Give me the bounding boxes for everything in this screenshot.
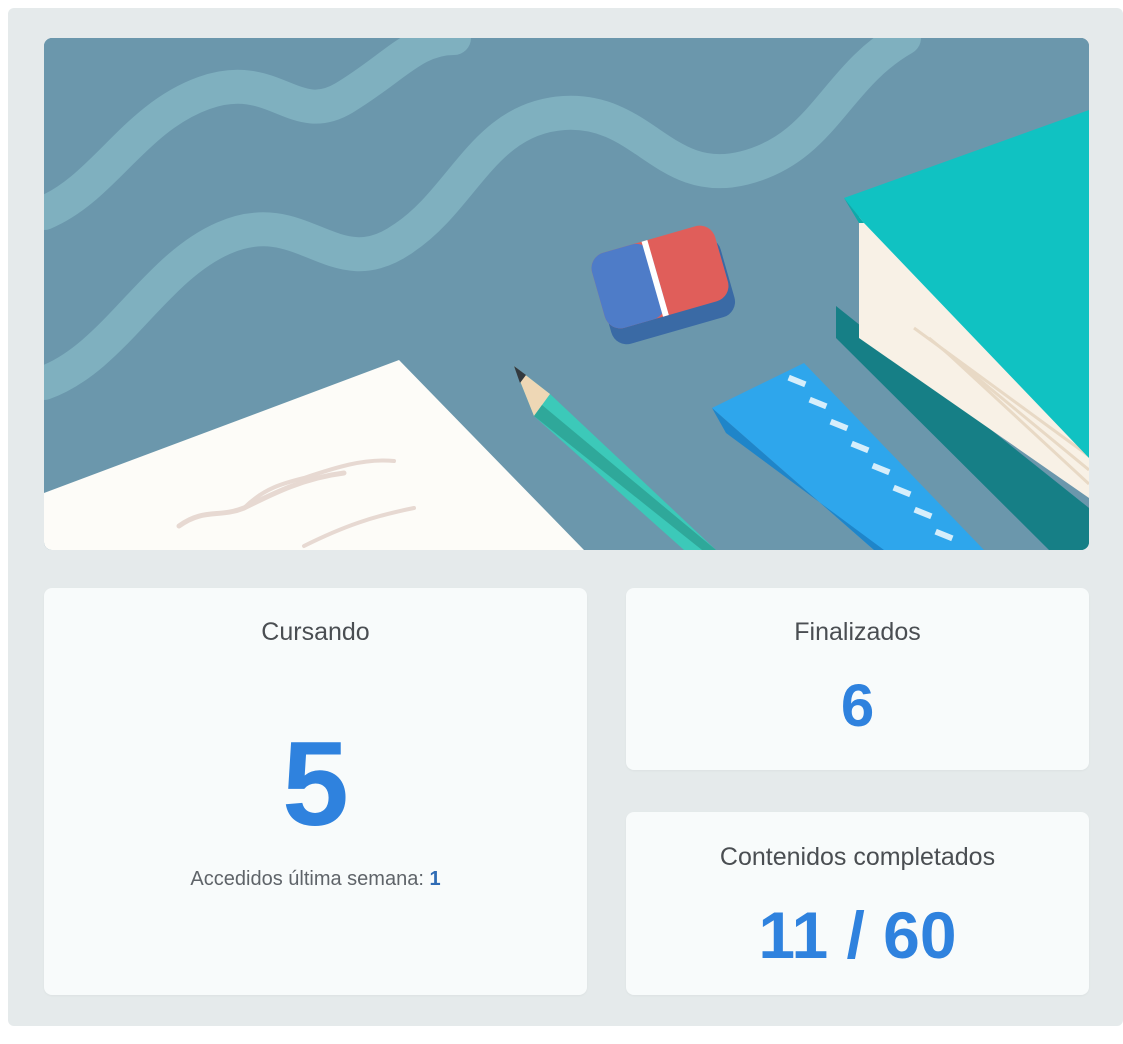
accessed-last-week: Accedidos última semana: 1	[44, 868, 587, 891]
cursando-title: Cursando	[261, 618, 370, 646]
school-supplies-illustration	[44, 38, 1089, 550]
contenidos-title: Contenidos completados	[719, 843, 996, 871]
finalizados-card[interactable]: Finalizados 6	[626, 588, 1089, 770]
finalizados-count: 6	[840, 672, 875, 739]
contenidos-count: 11 / 60	[758, 898, 957, 972]
cursando-count: 5	[282, 717, 349, 851]
accessed-last-week-label: Accedidos última semana:	[190, 868, 430, 890]
banner-illustration	[44, 38, 1089, 550]
accessed-last-week-count: 1	[429, 868, 441, 890]
finalizados-title: Finalizados	[794, 618, 921, 646]
contenidos-card[interactable]: Contenidos completados 11 / 60	[626, 812, 1089, 995]
cursando-card[interactable]: Cursando 5 Accedidos última semana: 1	[44, 588, 587, 995]
